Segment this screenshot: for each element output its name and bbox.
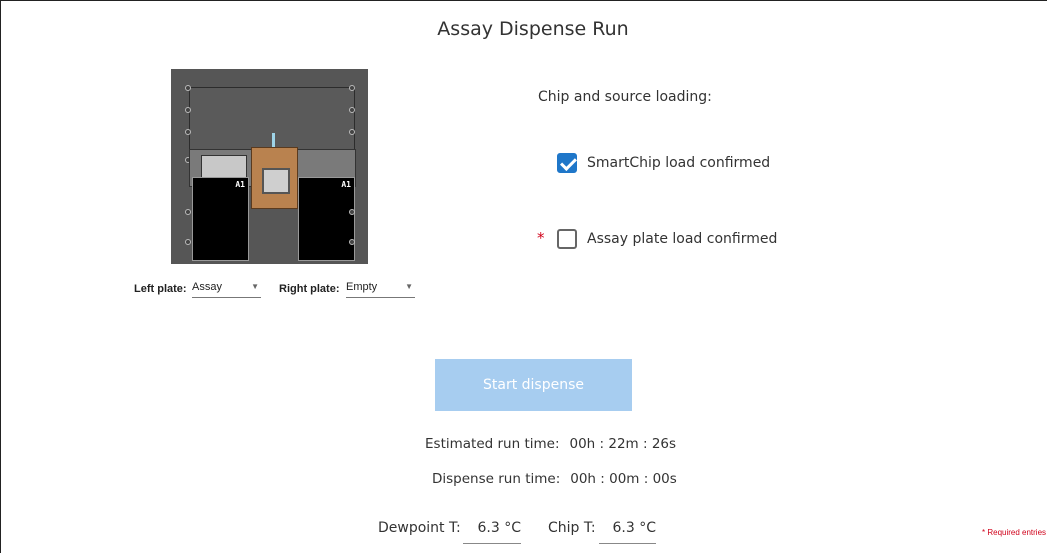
chevron-down-icon: ▼ xyxy=(405,282,413,291)
right-plate-select[interactable]: Empty ▼ xyxy=(346,281,415,298)
screw-icon xyxy=(349,107,355,113)
right-plate-value: Empty xyxy=(346,281,378,293)
estimated-run-time-label: Estimated run time: xyxy=(425,436,560,452)
dispense-pin xyxy=(272,133,275,147)
dewpoint-label: Dewpoint T: xyxy=(378,520,461,536)
screw-icon xyxy=(185,239,191,245)
estimated-run-time-row: Estimated run time: 00h : 22m : 26s xyxy=(425,436,676,452)
page-title: Assay Dispense Run xyxy=(437,18,629,40)
dewpoint-field: 6.3 °C xyxy=(463,520,521,544)
left-plate-value: Assay xyxy=(192,281,222,293)
assay-plate-checkbox[interactable] xyxy=(557,229,577,249)
dispense-run-time-row: Dispense run time: 00h : 00m : 00s xyxy=(432,471,677,487)
smartchip-label: SmartChip load confirmed xyxy=(587,155,771,171)
left-plate-label: Left plate: xyxy=(134,283,187,295)
required-entries-note: * Required entries xyxy=(982,528,1047,537)
chevron-down-icon: ▼ xyxy=(251,282,259,291)
screw-icon xyxy=(349,85,355,91)
dewpoint-value: 6.3 °C xyxy=(477,520,522,536)
estimated-run-time-value: 00h : 22m : 26s xyxy=(569,436,677,452)
left-plate-select[interactable]: Assay ▼ xyxy=(192,281,261,298)
screw-icon xyxy=(185,107,191,113)
chip-temp-field: 6.3 °C xyxy=(599,520,656,544)
chip-holder xyxy=(251,147,298,209)
required-marker: * xyxy=(537,229,545,247)
plate-marker: A1 xyxy=(235,180,245,189)
screw-icon xyxy=(185,129,191,135)
assay-plate-label: Assay plate load confirmed xyxy=(587,231,778,247)
start-dispense-button[interactable]: Start dispense xyxy=(435,359,632,411)
dispense-run-time-label: Dispense run time: xyxy=(432,471,561,487)
smartchip xyxy=(262,168,290,194)
screw-icon xyxy=(349,129,355,135)
smartchip-checkbox[interactable] xyxy=(557,153,577,173)
screw-icon xyxy=(185,209,191,215)
right-plate-label: Right plate: xyxy=(279,283,340,295)
chip-temp-label: Chip T: xyxy=(548,520,596,536)
smartchip-confirm-row[interactable]: SmartChip load confirmed xyxy=(557,153,770,173)
screw-icon xyxy=(349,239,355,245)
plate-marker: A1 xyxy=(341,180,351,189)
screw-icon xyxy=(185,85,191,91)
dispense-run-time-value: 00h : 00m : 00s xyxy=(570,471,677,487)
chip-temp-value: 6.3 °C xyxy=(612,520,657,536)
right-plate-slot: A1 xyxy=(298,177,355,261)
instrument-deck-image: A1 A1 xyxy=(171,69,368,264)
screw-icon xyxy=(349,209,355,215)
left-plate-slot: A1 xyxy=(192,177,249,261)
assay-plate-confirm-row[interactable]: Assay plate load confirmed xyxy=(557,229,777,249)
loading-section-label: Chip and source loading: xyxy=(538,89,712,105)
